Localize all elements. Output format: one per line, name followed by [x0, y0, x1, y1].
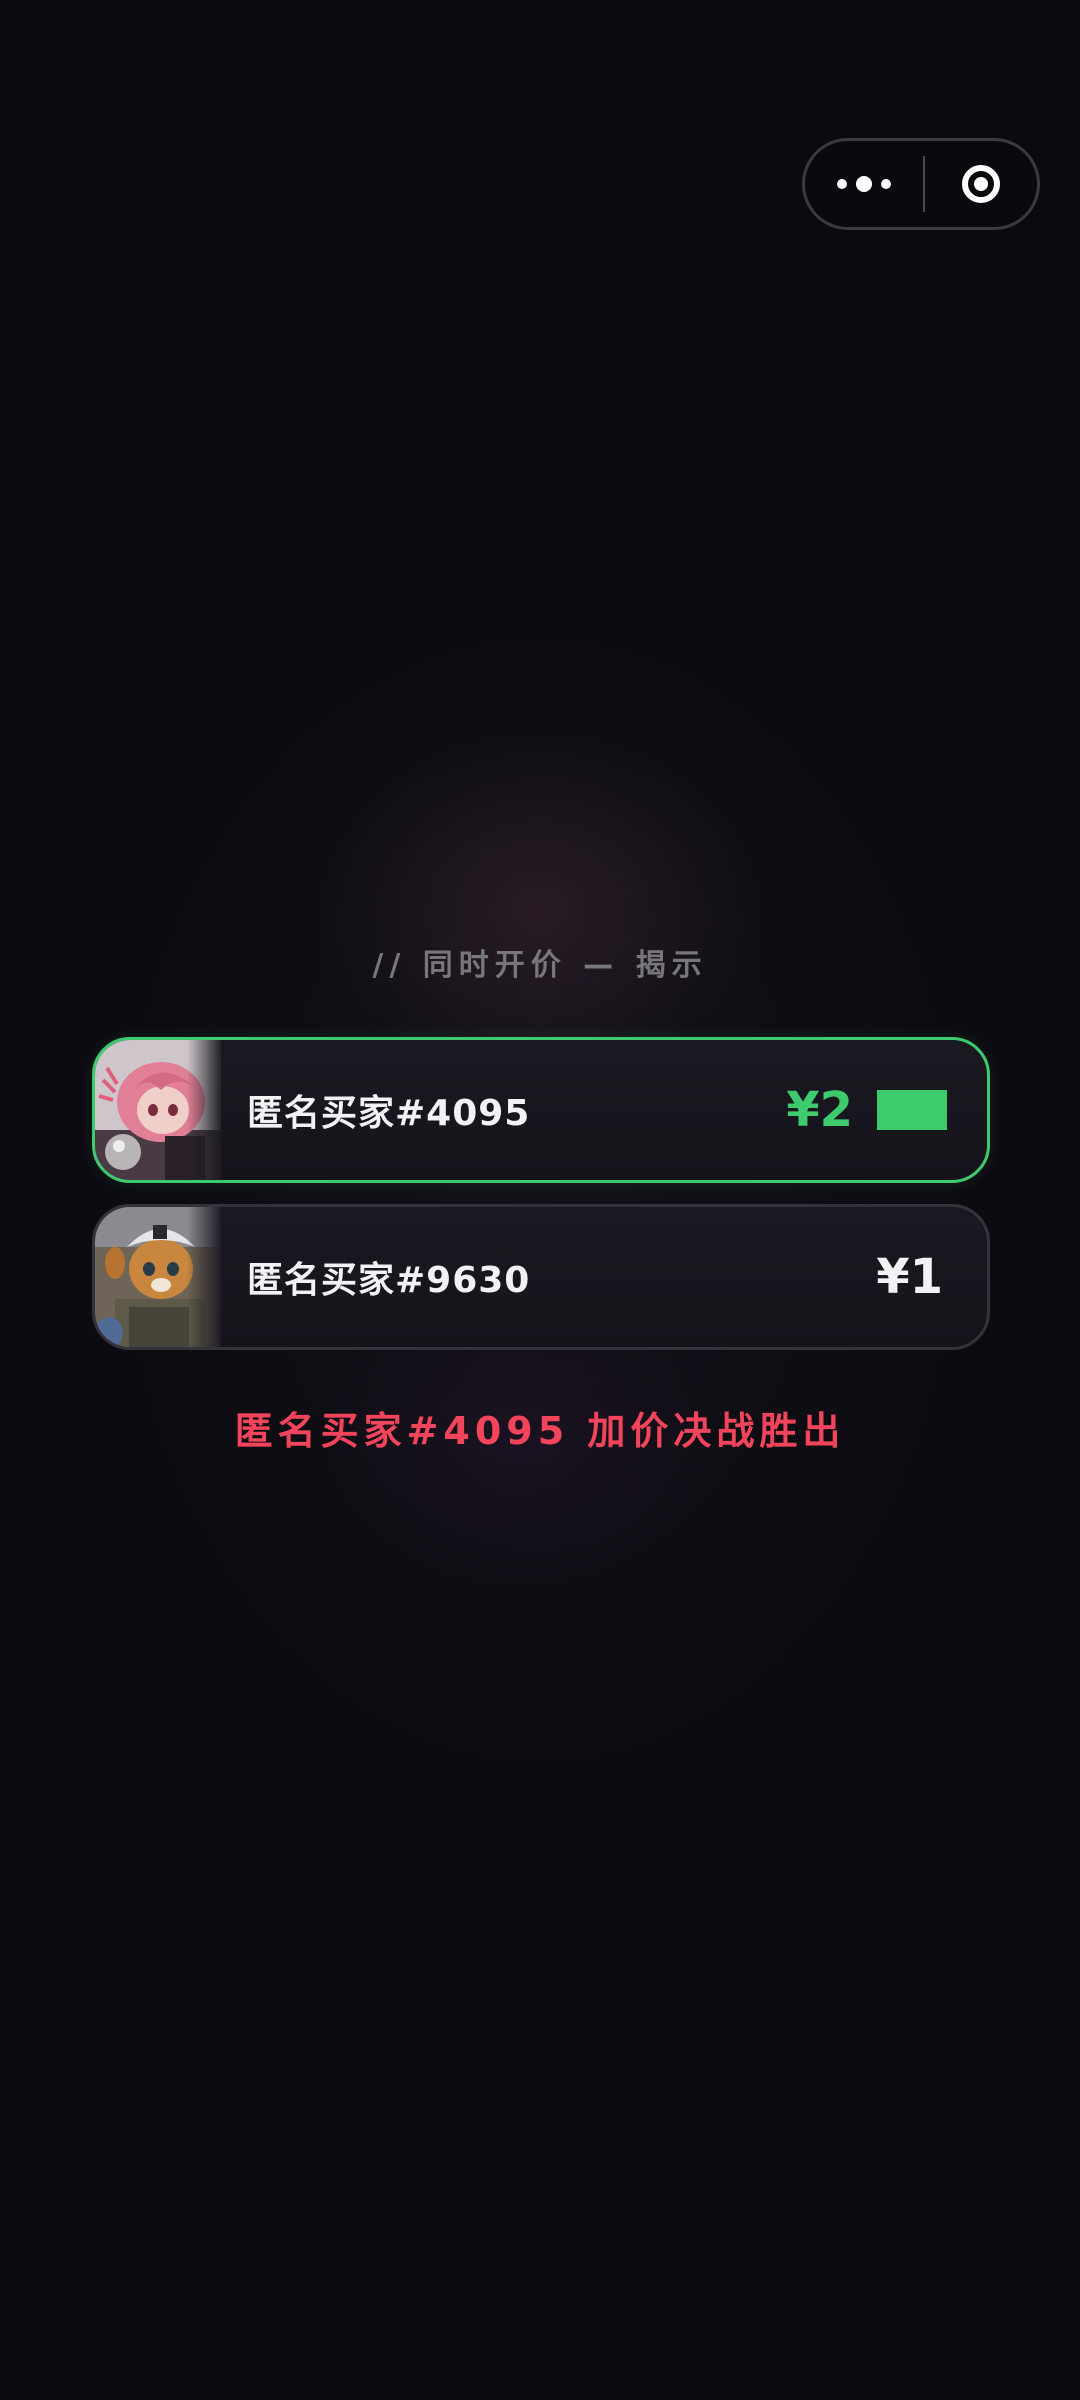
dot	[881, 179, 891, 189]
screen: // 同时开价 — 揭示 匿名买家#4095 ¥2 匿名买家#9630 ¥1 匿…	[0, 0, 1080, 2400]
buyer-name: 匿名买家#4095	[247, 1093, 531, 1134]
dot	[837, 179, 847, 189]
close-target-icon[interactable]	[925, 141, 1037, 227]
bid-price: ¥1	[876, 1249, 943, 1305]
close-ring	[962, 165, 1000, 203]
miniprogram-capsule	[802, 138, 1040, 230]
winner-indicator	[877, 1090, 947, 1130]
pink-haired-figurine-avatar	[95, 1040, 221, 1180]
bid-card-winner[interactable]: 匿名买家#4095 ¥2	[92, 1037, 990, 1183]
bid-price: ¥2	[786, 1082, 853, 1138]
bid-card-loser[interactable]: 匿名买家#9630 ¥1	[92, 1204, 990, 1350]
dot	[856, 176, 872, 192]
reveal-label: // 同时开价 — 揭示	[372, 948, 708, 983]
auction-result: 匿名买家#4095 加价决战胜出	[234, 1409, 846, 1453]
more-dots-icon[interactable]	[805, 141, 923, 227]
tabby-cat-soldier-avatar	[95, 1207, 221, 1347]
buyer-name: 匿名买家#9630	[247, 1260, 531, 1301]
close-inner-dot	[974, 177, 988, 191]
